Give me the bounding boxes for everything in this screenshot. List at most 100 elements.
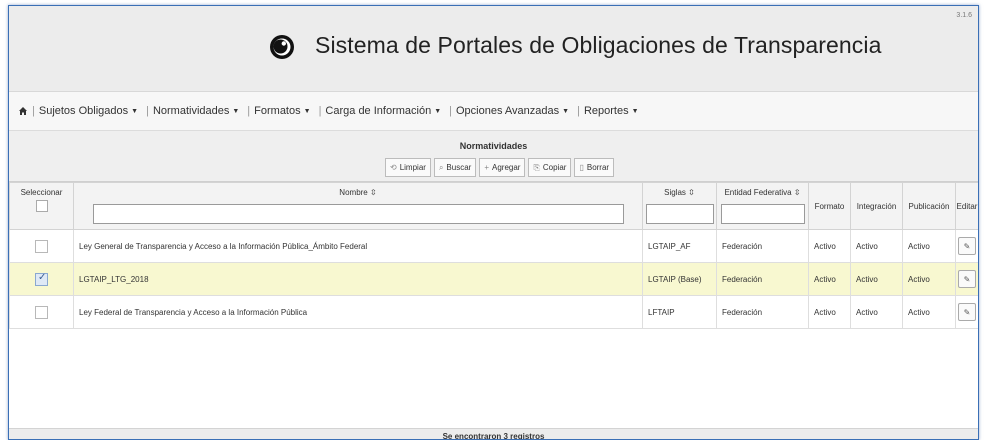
col-select: Seleccionar: [9, 182, 74, 230]
copy-button[interactable]: ⎘ Copiar: [528, 158, 572, 177]
row-acronym: LFTAIP: [642, 295, 717, 329]
delete-button[interactable]: ▯ Borrar: [574, 158, 615, 177]
edit-pencil-icon[interactable]: ✎: [958, 237, 976, 255]
filter-name-input[interactable]: [92, 204, 624, 224]
filter-entity-input[interactable]: [720, 204, 805, 224]
main-nav: | Sujetos Obligados ▼ | Normatividades ▼ | Fo…: [9, 92, 978, 131]
version-label: 3.1.6: [956, 12, 972, 19]
table-footer: Se encontraron 3 registros: [9, 428, 978, 440]
row-integration: Activo: [850, 262, 903, 296]
row-entity: Federación: [716, 229, 809, 263]
eye-logo-icon: [270, 35, 294, 59]
caret-down-icon: ▼: [434, 107, 442, 115]
col-acronym[interactable]: Siglas ⇳: [642, 182, 717, 230]
col-edit-label: Editar: [956, 201, 978, 211]
row-publication: Activo: [902, 229, 956, 263]
sort-icon: ⇳: [793, 188, 801, 197]
col-format-label: Formato: [814, 201, 845, 211]
panel-header: Normatividades ⟲ Limpiar ⌕ Buscar + Agregar…: [9, 131, 978, 182]
row-checkbox[interactable]: [35, 239, 48, 253]
row-edit-cell: ✎: [955, 262, 978, 296]
nav-sujetos-obligados[interactable]: | Sujetos Obligados ▼: [32, 105, 138, 117]
row-entity: Federación: [716, 295, 809, 329]
col-format: Formato: [808, 182, 851, 230]
select-all-checkbox[interactable]: [35, 200, 48, 212]
col-acronym-label: Siglas: [664, 188, 686, 197]
nav-label: Normatividades: [152, 105, 230, 117]
app-title: Sistema de Portales de Obligaciones de T…: [315, 32, 882, 58]
col-entity[interactable]: Entidad Federativa ⇳: [716, 182, 809, 230]
table-row[interactable]: LGTAIP_LTG_2018 LGTAIP (Base) Federación…: [9, 262, 978, 296]
col-name-label: Nombre: [339, 188, 368, 197]
home-icon[interactable]: [18, 106, 28, 116]
table-row[interactable]: Ley Federal de Transparencia y Acceso a …: [9, 295, 978, 329]
copy-label: Copiar: [542, 163, 567, 172]
nav-separator: |: [449, 105, 452, 117]
caret-down-icon: ▼: [631, 107, 639, 115]
row-select-cell: [9, 295, 74, 329]
col-entity-label: Entidad Federativa: [724, 188, 792, 197]
edit-pencil-icon[interactable]: ✎: [958, 303, 976, 321]
nav-separator: |: [318, 105, 322, 117]
row-checkbox[interactable]: [35, 272, 48, 286]
row-format: Activo: [808, 229, 851, 263]
row-format: Activo: [808, 262, 851, 296]
col-edit: Editar: [955, 182, 978, 230]
app-window: Sistema de Portales de Obligaciones de T…: [8, 5, 979, 440]
panel-title: Normatividades: [459, 141, 528, 151]
nav-carga-informacion[interactable]: | Carga de Información ▼: [319, 105, 442, 117]
search-icon: ⌕: [438, 162, 444, 172]
col-entity-header: Entidad Federativa ⇳: [717, 183, 808, 197]
add-button[interactable]: + Agregar: [479, 158, 526, 177]
nav-separator: |: [247, 105, 251, 117]
row-integration: Activo: [850, 295, 903, 329]
caret-down-icon: ▼: [562, 107, 570, 115]
clear-button[interactable]: ⟲ Limpiar: [385, 158, 431, 177]
delete-label: Borrar: [586, 163, 610, 172]
sort-icon: ⇳: [369, 188, 377, 197]
filter-acronym-input[interactable]: [645, 204, 714, 224]
copy-icon: ⎘: [533, 162, 540, 172]
records-count: Se encontraron 3 registros: [442, 432, 545, 440]
clear-label: Limpiar: [399, 163, 426, 172]
nav-reportes[interactable]: | Reportes ▼: [577, 105, 638, 117]
row-edit-cell: ✎: [955, 295, 978, 329]
clear-icon: ⟲: [390, 163, 397, 172]
row-acronym: LGTAIP_AF: [642, 229, 717, 263]
row-checkbox[interactable]: [35, 305, 48, 319]
caret-down-icon: ▼: [232, 107, 240, 115]
normatividades-table: Seleccionar Nombre ⇳ Siglas ⇳ Entidad Fe…: [9, 182, 978, 329]
nav-label: Carga de Información: [325, 105, 432, 117]
app-header: Sistema de Portales de Obligaciones de T…: [9, 6, 978, 92]
col-select-label: Seleccionar: [20, 188, 63, 197]
nav-label: Sujetos Obligados: [38, 105, 129, 117]
col-name[interactable]: Nombre ⇳: [73, 182, 643, 230]
nav-label: Reportes: [583, 105, 629, 117]
row-publication: Activo: [902, 262, 956, 296]
row-integration: Activo: [850, 229, 903, 263]
col-name-header: Nombre ⇳: [74, 183, 642, 197]
col-integration: Integración: [850, 182, 903, 230]
nav-opciones-avanzadas[interactable]: | Opciones Avanzadas ▼: [449, 105, 569, 117]
col-publication: Publicación: [902, 182, 956, 230]
edit-pencil-icon[interactable]: ✎: [958, 270, 976, 288]
toolbar: ⟲ Limpiar ⌕ Buscar + Agregar ⎘ Copiar ▯ Borra…: [385, 158, 615, 177]
nav-label: Opciones Avanzadas: [456, 105, 560, 117]
search-button[interactable]: ⌕ Buscar: [433, 158, 477, 177]
row-acronym: LGTAIP (Base): [642, 262, 717, 296]
nav-normatividades[interactable]: | Normatividades ▼: [146, 105, 239, 117]
row-name: Ley General de Transparencia y Acceso a …: [73, 229, 643, 263]
row-name: LGTAIP_LTG_2018: [73, 262, 643, 296]
nav-separator: |: [577, 105, 580, 117]
col-publication-label: Publicación: [908, 201, 950, 211]
nav-formatos[interactable]: | Formatos ▼: [247, 105, 310, 117]
row-format: Activo: [808, 295, 851, 329]
nav-separator: |: [32, 105, 35, 117]
sort-icon: ⇳: [688, 188, 695, 197]
row-entity: Federación: [716, 262, 809, 296]
table-row[interactable]: Ley General de Transparencia y Acceso a …: [9, 229, 978, 263]
row-publication: Activo: [902, 295, 956, 329]
row-edit-cell: ✎: [955, 229, 978, 263]
row-name: Ley Federal de Transparencia y Acceso a …: [73, 295, 643, 329]
search-label: Buscar: [446, 163, 472, 172]
